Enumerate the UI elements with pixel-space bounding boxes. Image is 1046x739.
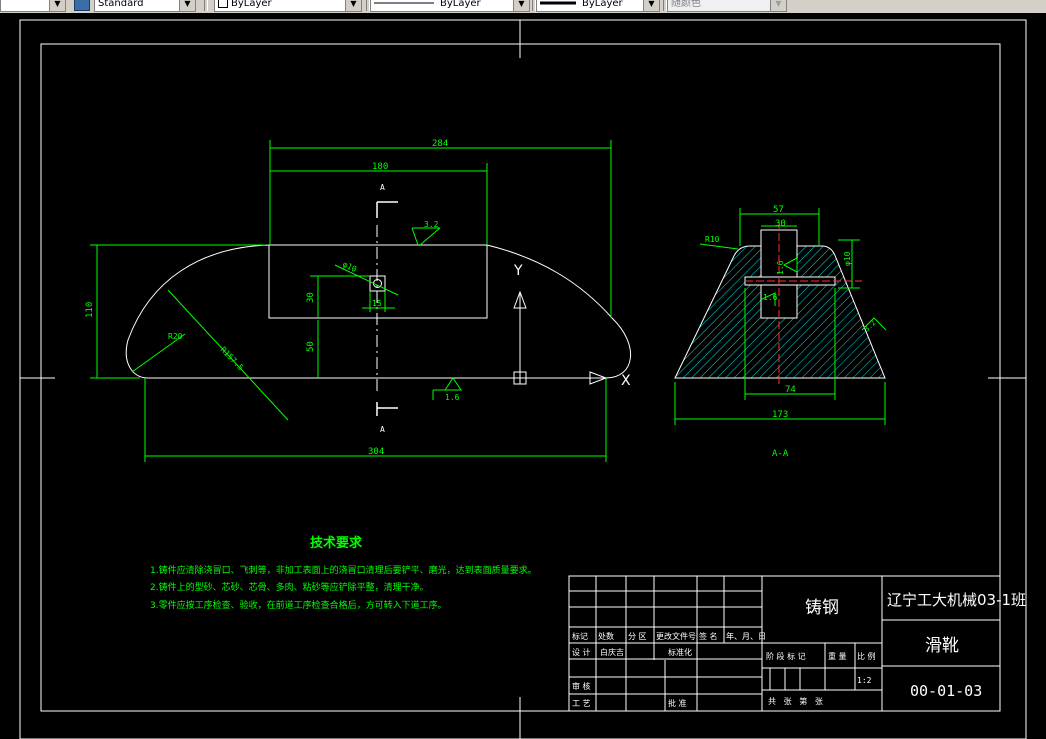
section-label-aa: A-A — [772, 449, 789, 459]
plotstyle-select[interactable]: 随颜色 ▼ — [667, 0, 787, 12]
sheets-label: 共 张 第 张 — [768, 696, 823, 706]
section-mark-top — [376, 201, 398, 218]
roughness-1-6: 1.6 — [445, 393, 460, 402]
chevron-down-icon[interactable]: ▼ — [345, 0, 361, 11]
dim-30-section: 30 — [775, 219, 786, 229]
layer-value: ByLayer — [231, 0, 272, 9]
section-view: 57 30 74 173 R10 φ10 1.6 1.6 3.2 A-A — [674, 205, 887, 459]
tech-req-item-2: 2.铸件上的型砂、芯砂、芯骨、多肉、粘砂等应铲除平整，清理干净。 — [150, 581, 429, 593]
section-roughness-1: 1.6 — [776, 260, 785, 275]
tech-req-item-1: 1.铸件应清除浇冒口、飞刺等，非加工表面上的浇冒口清理后要铲平、磨光，达到表面质… — [150, 564, 537, 576]
chevron-down-icon[interactable]: ▼ — [49, 0, 65, 11]
toolbar-combo-left[interactable]: ▼ — [0, 0, 66, 12]
designer-name: 白庆吉 — [600, 647, 624, 657]
text-style-icon[interactable] — [74, 0, 90, 11]
drawing-svg: A A 284 180 304 110 30 50 15 R20 R157.5 … — [19, 19, 1027, 739]
tech-req-title: 技术要求 — [310, 535, 363, 551]
text-style-select[interactable]: Standard ▼ — [94, 0, 196, 12]
roughness-3-2: 3.2 — [424, 220, 439, 229]
ucs-y-label: Y — [513, 263, 523, 279]
centering-marks — [20, 20, 1026, 739]
header-date: 年、月、日 — [726, 631, 766, 641]
school-cell: 辽宁工大机械03-1班 — [887, 591, 1026, 609]
process-label: 工 艺 — [572, 699, 591, 708]
color-swatch-icon — [218, 0, 228, 8]
viewport-frame — [19, 19, 1027, 739]
linetype-value: ByLayer — [440, 0, 481, 9]
radius-r20: R20 — [168, 332, 183, 341]
section-hole-dia: φ10 — [843, 251, 852, 266]
section-roughness-2: 1.6 — [763, 293, 778, 302]
layer-select[interactable]: ByLayer ▼ — [214, 0, 362, 12]
lineweight-value: ByLayer — [582, 0, 623, 9]
drawing-canvas[interactable]: A A 284 180 304 110 30 50 15 R20 R157.5 … — [0, 13, 1046, 739]
front-view: A A 284 180 304 110 30 50 15 R20 R157.5 … — [85, 139, 632, 462]
radius-r157: R157.5 — [219, 345, 246, 372]
design-label: 设 计 — [572, 647, 591, 657]
section-mark-bottom — [376, 402, 398, 416]
material-cell: 铸钢 — [805, 598, 839, 618]
radius-r10: R10 — [705, 235, 720, 244]
ucs-icon — [513, 290, 608, 385]
dim-180: 180 — [372, 162, 388, 172]
weight-label: 重 量 — [828, 651, 847, 661]
tech-req-item-3: 3.零件应按工序检查、验收，在前道工序检查合格后，方可转入下道工序。 — [150, 599, 447, 611]
dim-50: 50 — [306, 341, 316, 352]
section-label-top: A — [380, 183, 385, 192]
title-block: 铸钢 辽宁工大机械03-1班 滑靴 00-01-03 1:2 标记 处数 分 区… — [568, 575, 1026, 712]
dim-15: 15 — [372, 299, 382, 308]
section-label-bottom: A — [380, 425, 385, 434]
dim-110: 110 — [85, 302, 95, 318]
dim-304: 304 — [368, 447, 384, 457]
review-label: 审 核 — [572, 681, 591, 691]
chevron-down-icon[interactable]: ▼ — [179, 0, 195, 11]
scale-cell: 1:2 — [857, 676, 872, 685]
front-dimension-lines — [90, 140, 612, 462]
lineweight-select[interactable]: ByLayer ▼ — [536, 0, 660, 12]
linetype-preview-icon — [374, 2, 434, 4]
header-change-doc: 更改文件号 — [656, 631, 696, 641]
chevron-down-icon[interactable]: ▼ — [513, 0, 529, 11]
properties-toolbar: ▼ Standard ▼ ByLayer ▼ ByLayer ▼ ByLayer… — [0, 0, 1046, 13]
drawing-number-cell: 00-01-03 — [910, 682, 982, 700]
approve-label: 批 准 — [668, 698, 687, 708]
lineweight-preview-icon — [540, 1, 576, 5]
header-sign: 签 名 — [699, 631, 718, 641]
ucs-x-label: X — [621, 373, 631, 389]
plotstyle-value: 随颜色 — [671, 0, 701, 9]
standardize-label: 标准化 — [668, 647, 692, 657]
stage-label: 阶 段 标 记 — [766, 651, 806, 661]
dim-30: 30 — [306, 292, 316, 303]
slider-outline — [125, 244, 632, 379]
linetype-select[interactable]: ByLayer ▼ — [370, 0, 530, 12]
section-roughness-3: 3.2 — [863, 319, 878, 334]
chevron-down-icon[interactable]: ▼ — [770, 0, 786, 11]
tech-requirements: 技术要求 1.铸件应清除浇冒口、飞刺等，非加工表面上的浇冒口清理后要铲平、磨光，… — [150, 535, 537, 611]
dim-284: 284 — [432, 139, 448, 149]
dim-173: 173 — [772, 410, 788, 420]
dim-74: 74 — [785, 385, 796, 395]
chevron-down-icon[interactable]: ▼ — [643, 0, 659, 11]
header-zone: 分 区 — [628, 632, 647, 641]
dim-57: 57 — [773, 205, 784, 215]
toolbar-separator — [204, 0, 208, 11]
scale-label: 比 例 — [857, 651, 876, 661]
part-name-cell: 滑靴 — [925, 636, 959, 656]
header-mark: 标记 — [572, 631, 588, 641]
text-style-value: Standard — [98, 0, 144, 9]
header-count: 处数 — [598, 631, 614, 641]
